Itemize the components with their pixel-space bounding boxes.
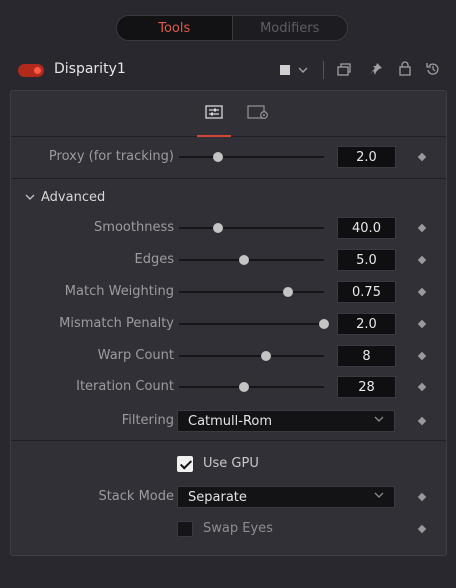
inspector-tab-switch: Tools Modifiers bbox=[116, 15, 348, 41]
match-weighting-keyframe-icon[interactable] bbox=[417, 287, 427, 297]
settings-tab[interactable] bbox=[241, 101, 275, 127]
filtering-select[interactable]: Catmull-Rom bbox=[177, 410, 395, 432]
match-weighting-slider[interactable] bbox=[179, 287, 324, 297]
smoothness-slider-knob[interactable] bbox=[213, 223, 224, 233]
swap-eyes-row bbox=[11, 519, 446, 539]
panel-tabs bbox=[11, 91, 446, 137]
sliders-icon bbox=[205, 105, 223, 123]
smoothness-label: Smoothness bbox=[94, 220, 174, 235]
mismatch-penalty-label: Mismatch Penalty bbox=[59, 316, 174, 331]
versions-icon[interactable] bbox=[337, 63, 351, 79]
mismatch-penalty-keyframe-icon[interactable] bbox=[417, 319, 427, 329]
proxy-slider-knob[interactable] bbox=[213, 152, 224, 162]
edges-slider[interactable] bbox=[179, 255, 324, 265]
edges-row: Edges 5.0 bbox=[11, 249, 446, 271]
mismatch-penalty-row: Mismatch Penalty 2.0 bbox=[11, 313, 446, 335]
filtering-label: Filtering bbox=[121, 413, 174, 428]
iteration-count-row: Iteration Count 28 bbox=[11, 376, 446, 398]
node-name[interactable]: Disparity1 bbox=[54, 61, 126, 77]
proxy-row: Proxy (for tracking) 2.0 bbox=[11, 146, 446, 168]
mismatch-penalty-slider[interactable] bbox=[179, 319, 329, 329]
match-weighting-slider-knob[interactable] bbox=[282, 287, 293, 297]
lock-icon[interactable] bbox=[399, 61, 411, 79]
match-weighting-row: Match Weighting 0.75 bbox=[11, 281, 446, 303]
smoothness-row: Smoothness 40.0 bbox=[11, 217, 446, 239]
chevron-down-icon[interactable] bbox=[298, 64, 308, 78]
divider bbox=[11, 178, 446, 179]
proxy-keyframe-icon[interactable] bbox=[417, 152, 427, 162]
smoothness-value-field[interactable]: 40.0 bbox=[337, 217, 396, 239]
proxy-slider[interactable] bbox=[179, 152, 324, 162]
warp-count-keyframe-icon[interactable] bbox=[417, 351, 427, 361]
chevron-down-icon bbox=[25, 193, 35, 204]
use-gpu-checkbox[interactable] bbox=[177, 456, 193, 472]
warp-count-slider[interactable] bbox=[179, 351, 324, 361]
swap-eyes-keyframe-icon[interactable] bbox=[417, 524, 427, 534]
filtering-keyframe-icon[interactable] bbox=[417, 416, 427, 426]
pin-icon[interactable] bbox=[369, 62, 383, 79]
smoothness-keyframe-icon[interactable] bbox=[417, 223, 427, 233]
iteration-count-slider[interactable] bbox=[179, 382, 324, 392]
match-weighting-label: Match Weighting bbox=[64, 284, 174, 299]
chevron-down-icon bbox=[374, 491, 384, 502]
divider bbox=[11, 440, 446, 441]
advanced-section-header[interactable]: Advanced bbox=[25, 190, 105, 205]
chevron-down-icon bbox=[374, 415, 384, 426]
node-header: Disparity1 bbox=[0, 55, 456, 85]
settings-icon bbox=[247, 105, 269, 123]
inspector-panel: Proxy (for tracking) 2.0 Advanced Smooth… bbox=[10, 90, 447, 556]
match-weighting-value-field[interactable]: 0.75 bbox=[337, 281, 396, 303]
controls-tab[interactable] bbox=[197, 101, 231, 137]
stack-mode-row: Stack Mode Separate bbox=[11, 486, 446, 508]
proxy-label: Proxy (for tracking) bbox=[48, 149, 174, 164]
stack-mode-selected-value: Separate bbox=[188, 489, 247, 505]
mismatch-penalty-slider-knob[interactable] bbox=[319, 319, 329, 329]
filtering-selected-value: Catmull-Rom bbox=[188, 413, 273, 429]
stack-mode-select[interactable]: Separate bbox=[177, 486, 395, 508]
use-gpu-label[interactable]: Use GPU bbox=[203, 456, 259, 471]
stack-mode-keyframe-icon[interactable] bbox=[417, 492, 427, 502]
reset-icon[interactable] bbox=[426, 62, 440, 79]
edges-value-field[interactable]: 5.0 bbox=[337, 249, 396, 271]
edges-label: Edges bbox=[134, 252, 175, 267]
warp-count-slider-knob[interactable] bbox=[261, 351, 271, 361]
color-swatch-icon[interactable] bbox=[280, 65, 290, 75]
advanced-title: Advanced bbox=[41, 190, 106, 205]
filtering-row: Filtering Catmull-Rom bbox=[11, 410, 446, 432]
warp-count-value-field[interactable]: 8 bbox=[337, 345, 396, 367]
iteration-count-value-field[interactable]: 28 bbox=[337, 376, 396, 398]
smoothness-slider[interactable] bbox=[179, 223, 324, 233]
iteration-count-slider-knob[interactable] bbox=[239, 382, 250, 392]
warp-count-label: Warp Count bbox=[97, 348, 174, 363]
edges-keyframe-icon[interactable] bbox=[417, 255, 427, 265]
tab-modifiers[interactable]: Modifiers bbox=[233, 16, 348, 40]
tab-tools[interactable]: Tools bbox=[117, 16, 233, 40]
stack-mode-label: Stack Mode bbox=[98, 489, 174, 504]
proxy-value-field[interactable]: 2.0 bbox=[337, 146, 396, 168]
edges-slider-knob[interactable] bbox=[239, 255, 250, 265]
mismatch-penalty-value-field[interactable]: 2.0 bbox=[337, 313, 396, 335]
header-divider bbox=[323, 61, 324, 79]
iteration-count-keyframe-icon[interactable] bbox=[417, 382, 427, 392]
warp-count-row: Warp Count 8 bbox=[11, 345, 446, 367]
node-enable-toggle[interactable] bbox=[18, 64, 44, 77]
iteration-count-label: Iteration Count bbox=[76, 379, 174, 394]
